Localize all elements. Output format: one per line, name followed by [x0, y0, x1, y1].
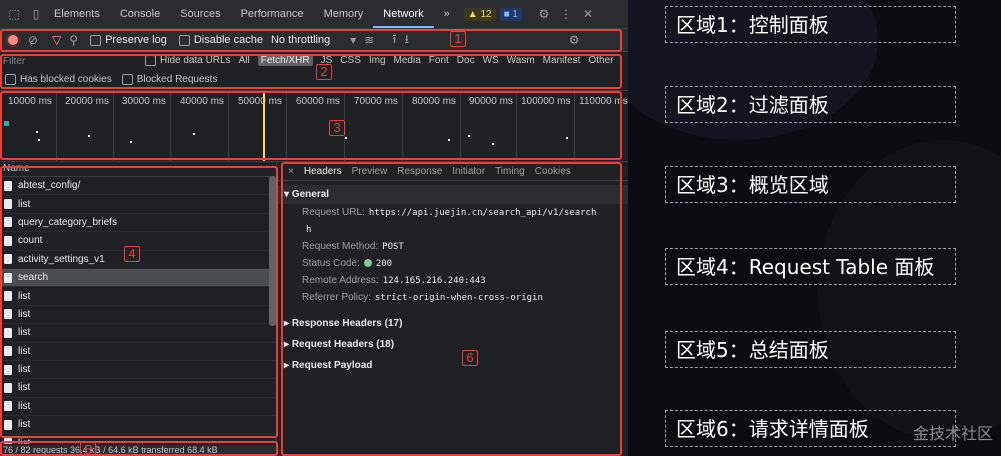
- issues-badge[interactable]: ■ 1: [499, 7, 522, 21]
- message-icon: ■: [503, 8, 510, 20]
- callout-label-3: 3: [329, 120, 345, 136]
- more-tabs-button[interactable]: »: [434, 0, 460, 28]
- tab-elements[interactable]: Elements: [44, 0, 110, 28]
- tab-network[interactable]: Network: [373, 0, 434, 28]
- callout-box-4: [0, 166, 278, 438]
- callout-box-2: [0, 54, 622, 89]
- legend-item-2: 区域2：过滤面板: [665, 86, 956, 123]
- legend-item-5: 区域5：总结面板: [665, 331, 956, 368]
- device-toolbar-icon[interactable]: ▯: [28, 6, 44, 22]
- callout-box-5: [0, 441, 278, 456]
- devtools-panel: ⬚ ▯ Elements Console Sources Performance…: [0, 0, 628, 456]
- tab-performance[interactable]: Performance: [231, 0, 314, 28]
- callout-label-2: 2: [316, 64, 332, 80]
- watermark: 金技术社区: [912, 426, 993, 443]
- warning-count: 12: [480, 8, 492, 20]
- callout-box-6: [281, 162, 622, 456]
- issues-count: 1: [512, 8, 518, 20]
- inspect-element-icon[interactable]: ⬚: [6, 6, 22, 22]
- warning-icon: ▲: [467, 8, 478, 20]
- tab-console[interactable]: Console: [110, 0, 170, 28]
- legend-item-3: 区域3：概览区域: [665, 166, 956, 203]
- settings-gear-icon[interactable]: ⚙: [536, 6, 552, 22]
- callout-box-3: [0, 91, 622, 160]
- tab-sources[interactable]: Sources: [170, 0, 230, 28]
- tab-memory[interactable]: Memory: [314, 0, 374, 28]
- more-options-icon[interactable]: ⋮: [558, 6, 574, 22]
- callout-label-1: 1: [450, 31, 466, 47]
- callout-box-1: [0, 29, 622, 52]
- legend-item-4: 区域4：Request Table 面板: [665, 248, 956, 285]
- legend-item-1: 区域1：控制面板: [665, 6, 956, 43]
- callout-label-6: 6: [462, 350, 478, 366]
- callout-label-4: 4: [124, 246, 140, 262]
- devtools-tabbar: ⬚ ▯ Elements Console Sources Performance…: [0, 0, 628, 29]
- legend-panel: 区域1：控制面板 区域2：过滤面板 区域3：概览区域 区域4：Request T…: [628, 0, 1001, 456]
- close-icon[interactable]: ✕: [580, 6, 596, 22]
- warning-badge[interactable]: ▲ 12: [463, 7, 496, 21]
- callout-label-5: 5: [80, 442, 96, 456]
